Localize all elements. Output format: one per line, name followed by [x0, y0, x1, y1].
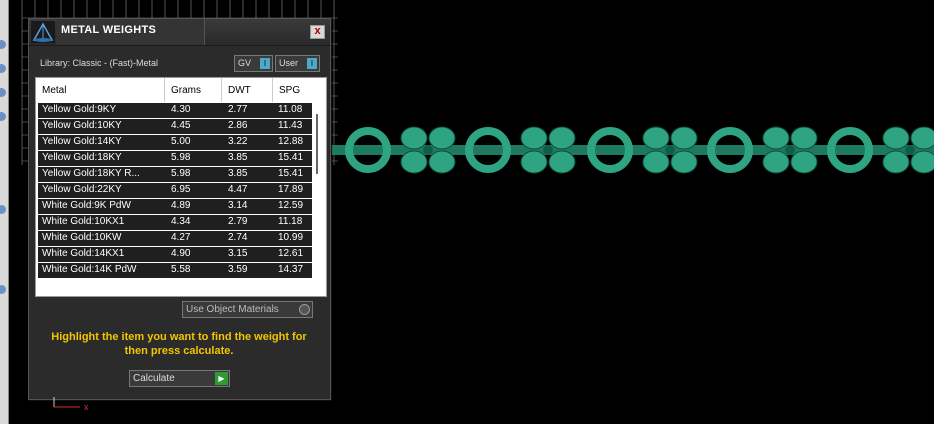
metal-cell: White Gold:9K PdW — [42, 200, 131, 211]
metal-table: Metal Grams DWT SPG Yellow Gold:9KY 4.30 2… — [35, 77, 327, 297]
dwt-cell: 3.85 — [228, 168, 248, 179]
dwt-cell: 2.77 — [228, 104, 248, 115]
library-label: Library: Classic - (Fast)-Metal — [40, 58, 159, 68]
table-row[interactable]: White Gold:9K PdW 4.89 3.14 12.59 — [38, 199, 312, 214]
table-row[interactable]: Yellow Gold:18KY R... 5.98 3.85 15.41 — [38, 167, 312, 182]
grams-cell: 4.45 — [171, 120, 191, 131]
grams-cell: 4.30 — [171, 104, 191, 115]
metal-cell: Yellow Gold:14KY — [42, 136, 122, 147]
grams-cell: 4.34 — [171, 216, 191, 227]
spg-cell: 12.59 — [278, 200, 304, 211]
dwt-cell: 3.14 — [228, 200, 248, 211]
table-row[interactable]: Yellow Gold:10KY 4.45 2.86 11.43 — [38, 119, 312, 134]
spg-cell: 12.88 — [278, 136, 304, 147]
use-object-materials-option[interactable]: Use Object Materials — [182, 301, 313, 318]
metal-cell: Yellow Gold:18KY R... — [42, 168, 140, 179]
radio-icon — [299, 304, 310, 315]
spg-cell: 15.41 — [278, 152, 304, 163]
panel-header: METAL WEIGHTS x — [29, 19, 330, 46]
table-header: Metal Grams DWT SPG — [36, 78, 326, 102]
metal-cell: Yellow Gold:22KY — [42, 184, 122, 195]
table-row[interactable]: White Gold:10KX1 4.34 2.79 11.18 — [38, 215, 312, 230]
axis-gizmo-icon: x — [53, 397, 89, 412]
dwt-cell: 3.22 — [228, 136, 248, 147]
column-header-spg[interactable]: SPG — [279, 85, 300, 96]
spg-cell: 11.08 — [278, 104, 303, 115]
play-arrow-icon: ▶ — [215, 372, 228, 385]
table-row[interactable]: Yellow Gold:14KY 5.00 3.22 12.88 — [38, 135, 312, 150]
metal-weights-panel: METAL WEIGHTS x Library: Classic - (Fast… — [28, 18, 331, 400]
table-row[interactable]: Yellow Gold:9KY 4.30 2.77 11.08 — [38, 103, 312, 118]
dwt-cell: 3.59 — [228, 264, 248, 275]
table-row[interactable]: White Gold:14K PdW 5.58 3.59 14.37 — [38, 263, 312, 278]
metal-cell: White Gold:14K PdW — [42, 264, 137, 275]
grams-cell: 5.98 — [171, 152, 191, 163]
grams-cell: 5.58 — [171, 264, 191, 275]
calculate-button[interactable]: Calculate ▶ — [129, 370, 230, 387]
user-toggle[interactable]: User I — [275, 55, 320, 72]
toolbar-tool-icon[interactable] — [0, 112, 6, 121]
metal-cell: White Gold:10KW — [42, 232, 122, 243]
table-row[interactable]: Yellow Gold:18KY 5.98 3.85 15.41 — [38, 151, 312, 166]
grams-cell: 4.27 — [171, 232, 191, 243]
spg-cell: 10.99 — [278, 232, 304, 243]
metal-cell: White Gold:14KX1 — [42, 248, 125, 259]
spg-cell: 12.61 — [278, 248, 304, 259]
close-button[interactable]: x — [310, 25, 325, 39]
metal-cell: Yellow Gold:10KY — [42, 120, 122, 131]
table-row[interactable]: White Gold:14KX1 4.90 3.15 12.61 — [38, 247, 312, 262]
toolbar-tool-icon[interactable] — [0, 205, 6, 214]
spg-cell: 15.41 — [278, 168, 304, 179]
svg-text:x: x — [84, 402, 89, 412]
table-row[interactable]: White Gold:10KW 4.27 2.74 10.99 — [38, 231, 312, 246]
user-toggle-label: User — [279, 58, 299, 68]
toolbar-tool-icon[interactable] — [0, 64, 6, 73]
panel-title: METAL WEIGHTS — [61, 24, 157, 36]
column-header-metal[interactable]: Metal — [42, 85, 66, 96]
scale-logo-icon — [31, 21, 55, 43]
spg-cell: 14.37 — [278, 264, 304, 275]
dwt-cell: 3.15 — [228, 248, 248, 259]
gv-toggle-label: GV — [238, 58, 252, 68]
toolbar-tool-icon[interactable] — [0, 40, 6, 49]
spg-cell: 17.89 — [278, 184, 304, 195]
metal-cell: White Gold:10KX1 — [42, 216, 125, 227]
spg-cell: 11.43 — [278, 120, 303, 131]
grams-cell: 6.95 — [171, 184, 191, 195]
column-header-dwt[interactable]: DWT — [228, 85, 251, 96]
table-row[interactable]: Yellow Gold:22KY 6.95 4.47 17.89 — [38, 183, 312, 198]
toolbar-tool-icon[interactable] — [0, 285, 6, 294]
dwt-cell: 2.74 — [228, 232, 248, 243]
dwt-cell: 2.86 — [228, 120, 248, 131]
use-object-materials-label: Use Object Materials — [186, 304, 279, 315]
close-icon: x — [314, 25, 321, 37]
dwt-cell: 4.47 — [228, 184, 248, 195]
gv-toggle[interactable]: GV I — [234, 55, 273, 72]
gv-toggle-knob: I — [260, 58, 270, 69]
metal-cell: Yellow Gold:18KY — [42, 152, 122, 163]
vertical-scrollbar[interactable] — [316, 114, 318, 174]
grams-cell: 5.00 — [171, 136, 191, 147]
metal-cell: Yellow Gold:9KY — [42, 104, 117, 115]
grams-cell: 5.98 — [171, 168, 191, 179]
calculate-label: Calculate — [133, 373, 175, 384]
grams-cell: 4.90 — [171, 248, 191, 259]
dwt-cell: 2.79 — [228, 216, 248, 227]
dwt-cell: 3.85 — [228, 152, 248, 163]
column-header-grams[interactable]: Grams — [171, 85, 201, 96]
chain-model — [320, 126, 934, 174]
grams-cell: 4.89 — [171, 200, 191, 211]
user-toggle-knob: I — [307, 58, 317, 69]
toolbar-tool-icon[interactable] — [0, 88, 6, 97]
instructions-text: Highlight the item you want to find the … — [51, 331, 307, 357]
spg-cell: 11.18 — [278, 216, 303, 227]
